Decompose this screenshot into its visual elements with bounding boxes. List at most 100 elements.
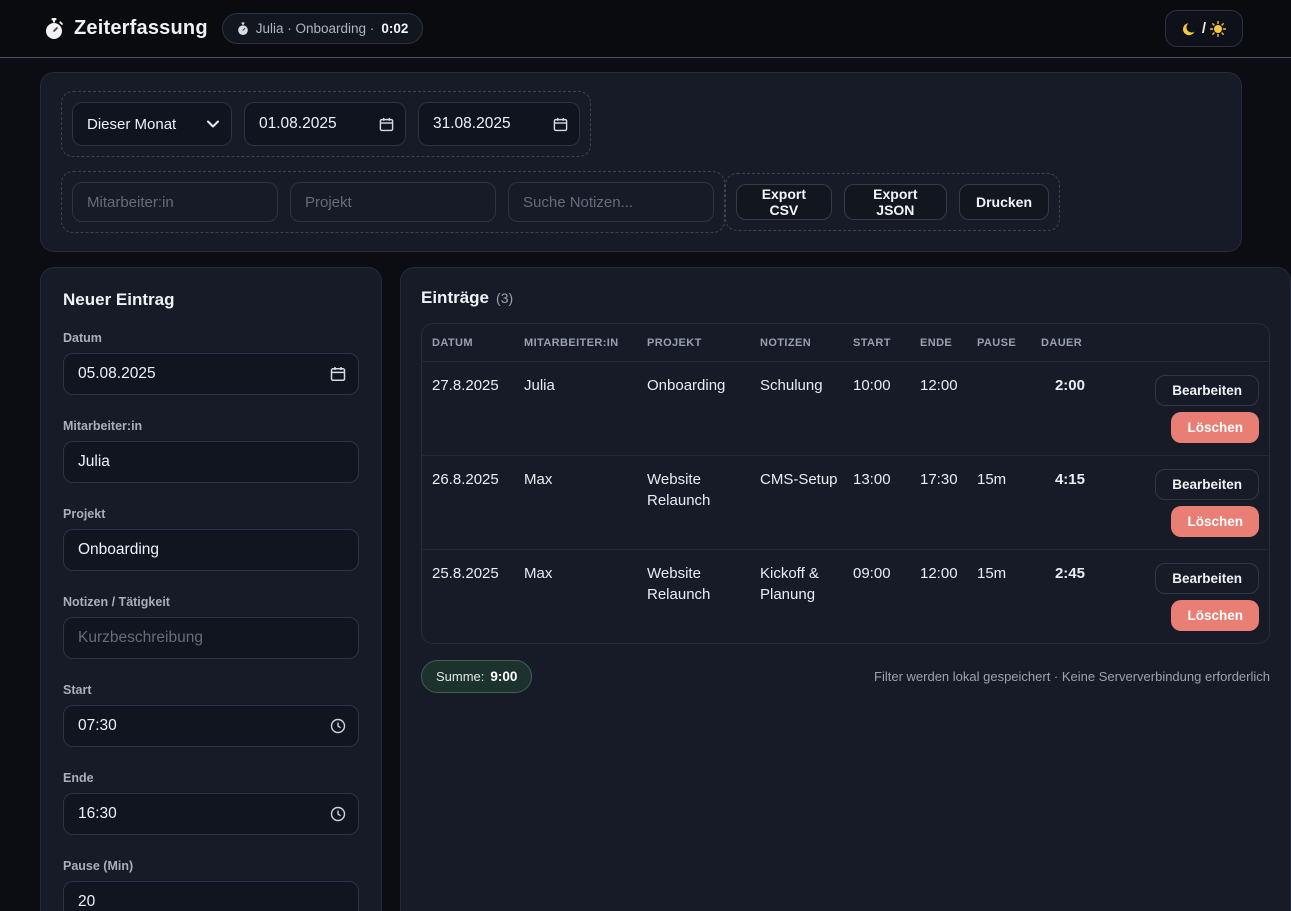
col-header-projekt: Projekt xyxy=(647,324,760,361)
cell-pause: 15m xyxy=(977,456,1041,549)
datum-label: Datum xyxy=(63,331,359,345)
cell-datum: 27.8.2025 xyxy=(432,362,524,455)
cell-actions: Bearbeiten Löschen xyxy=(1093,362,1259,455)
sun-icon xyxy=(1210,21,1226,37)
export-button-group: Export CSV Export JSON Drucken xyxy=(725,173,1060,231)
cell-datum: 25.8.2025 xyxy=(432,550,524,643)
cell-pause xyxy=(977,362,1041,455)
notizen-field: Notizen / Tätigkeit xyxy=(63,595,359,659)
project-filter-input[interactable] xyxy=(290,182,496,222)
mitarbeiter-input[interactable] xyxy=(64,442,358,482)
delete-button[interactable]: Löschen xyxy=(1171,600,1259,631)
cell-ende: 12:00 xyxy=(920,550,977,643)
entries-count: (3) xyxy=(496,290,513,306)
stopwatch-icon xyxy=(237,22,249,36)
form-title: Neuer Eintrag xyxy=(63,290,359,310)
pause-input[interactable] xyxy=(64,882,358,911)
start-label: Start xyxy=(63,683,359,697)
cell-start: 13:00 xyxy=(853,456,920,549)
col-header-ende: Ende xyxy=(920,324,977,361)
app-logo: Zeiterfassung xyxy=(44,17,208,40)
sum-badge: Summe: 9:00 xyxy=(421,660,532,693)
projekt-label: Projekt xyxy=(63,507,359,521)
calendar-icon[interactable] xyxy=(330,366,346,382)
app-title: Zeiterfassung xyxy=(74,17,208,40)
projekt-field: Projekt xyxy=(63,507,359,571)
cell-dauer: 2:00 xyxy=(1041,362,1093,455)
print-button[interactable]: Drucken xyxy=(959,184,1049,220)
calendar-icon[interactable] xyxy=(379,117,394,132)
range-select-value: Dieser Monat xyxy=(87,116,176,133)
employee-filter-input[interactable] xyxy=(72,182,278,222)
delete-button[interactable]: Löschen xyxy=(1171,412,1259,443)
cell-actions: Bearbeiten Löschen xyxy=(1093,550,1259,643)
sum-value: 9:00 xyxy=(490,669,517,684)
clock-icon[interactable] xyxy=(330,806,346,822)
col-header-mitarbeiter: Mitarbeiter:in xyxy=(524,324,647,361)
start-field: Start xyxy=(63,683,359,747)
cell-pause: 15m xyxy=(977,550,1041,643)
pause-field: Pause (Min) xyxy=(63,859,359,911)
cell-projekt: Website Relaunch xyxy=(647,550,760,643)
ende-field: Ende xyxy=(63,771,359,835)
theme-toggle-separator: / xyxy=(1202,20,1206,37)
table-row: 27.8.2025 Julia Onboarding Schulung 10:0… xyxy=(422,362,1269,456)
filter-card: Dieser Monat xyxy=(40,72,1242,252)
export-json-button[interactable]: Export JSON xyxy=(844,184,947,220)
start-input[interactable] xyxy=(64,706,358,746)
cell-notizen: Kickoff & Planung xyxy=(760,550,853,643)
cell-start: 09:00 xyxy=(853,550,920,643)
cell-mitarbeiter: Max xyxy=(524,456,647,549)
search-filter-group xyxy=(61,171,725,233)
date-range-group: Dieser Monat xyxy=(61,91,591,157)
notizen-input[interactable] xyxy=(64,618,358,658)
date-to-field xyxy=(418,102,580,146)
timer-badge-time: 0:02 xyxy=(381,21,408,36)
sum-label: Summe: xyxy=(436,669,484,684)
ende-input[interactable] xyxy=(64,794,358,834)
cell-actions: Bearbeiten Löschen xyxy=(1093,456,1259,549)
edit-button[interactable]: Bearbeiten xyxy=(1155,563,1259,594)
col-header-pause: Pause xyxy=(977,324,1041,361)
calendar-icon[interactable] xyxy=(553,117,568,132)
cell-ende: 17:30 xyxy=(920,456,977,549)
edit-button[interactable]: Bearbeiten xyxy=(1155,469,1259,500)
cell-dauer: 4:15 xyxy=(1041,456,1093,549)
chevron-down-icon xyxy=(207,120,219,128)
timer-badge-text: Julia · Onboarding · xyxy=(256,21,375,36)
mitarbeiter-label: Mitarbeiter:in xyxy=(63,419,359,433)
notizen-label: Notizen / Tätigkeit xyxy=(63,595,359,609)
cell-projekt: Onboarding xyxy=(647,362,760,455)
cell-mitarbeiter: Julia xyxy=(524,362,647,455)
cell-notizen: CMS-Setup xyxy=(760,456,853,549)
stopwatch-icon xyxy=(44,18,64,40)
running-timer-badge[interactable]: Julia · Onboarding · 0:02 xyxy=(222,13,424,44)
range-select[interactable]: Dieser Monat xyxy=(72,102,232,146)
table-row: 25.8.2025 Max Website Relaunch Kickoff &… xyxy=(422,550,1269,643)
delete-button[interactable]: Löschen xyxy=(1171,506,1259,537)
projekt-input[interactable] xyxy=(64,530,358,570)
cell-mitarbeiter: Max xyxy=(524,550,647,643)
edit-button[interactable]: Bearbeiten xyxy=(1155,375,1259,406)
cell-start: 10:00 xyxy=(853,362,920,455)
table-row: 26.8.2025 Max Website Relaunch CMS-Setup… xyxy=(422,456,1269,550)
cell-projekt: Website Relaunch xyxy=(647,456,760,549)
new-entry-form: Neuer Eintrag Datum Mitarbeiter:in xyxy=(40,267,382,911)
col-header-datum: Datum xyxy=(432,324,524,361)
cell-dauer: 2:45 xyxy=(1041,550,1093,643)
datum-field: Datum xyxy=(63,331,359,395)
mitarbeiter-field: Mitarbeiter:in xyxy=(63,419,359,483)
entries-panel: Einträge (3) Datum Mitarbeiter:in Projek… xyxy=(400,267,1291,911)
page-body: Dieser Monat xyxy=(0,58,1291,911)
date-from-field xyxy=(244,102,406,146)
theme-toggle-button[interactable]: / xyxy=(1165,10,1243,47)
col-header-start: Start xyxy=(853,324,920,361)
notes-search-input[interactable] xyxy=(508,182,714,222)
ende-label: Ende xyxy=(63,771,359,785)
datum-input[interactable] xyxy=(64,354,358,394)
col-header-notizen: Notizen xyxy=(760,324,853,361)
clock-icon[interactable] xyxy=(330,718,346,734)
export-csv-button[interactable]: Export CSV xyxy=(736,184,832,220)
cell-ende: 12:00 xyxy=(920,362,977,455)
entries-table: Datum Mitarbeiter:in Projekt Notizen Sta… xyxy=(421,323,1270,644)
